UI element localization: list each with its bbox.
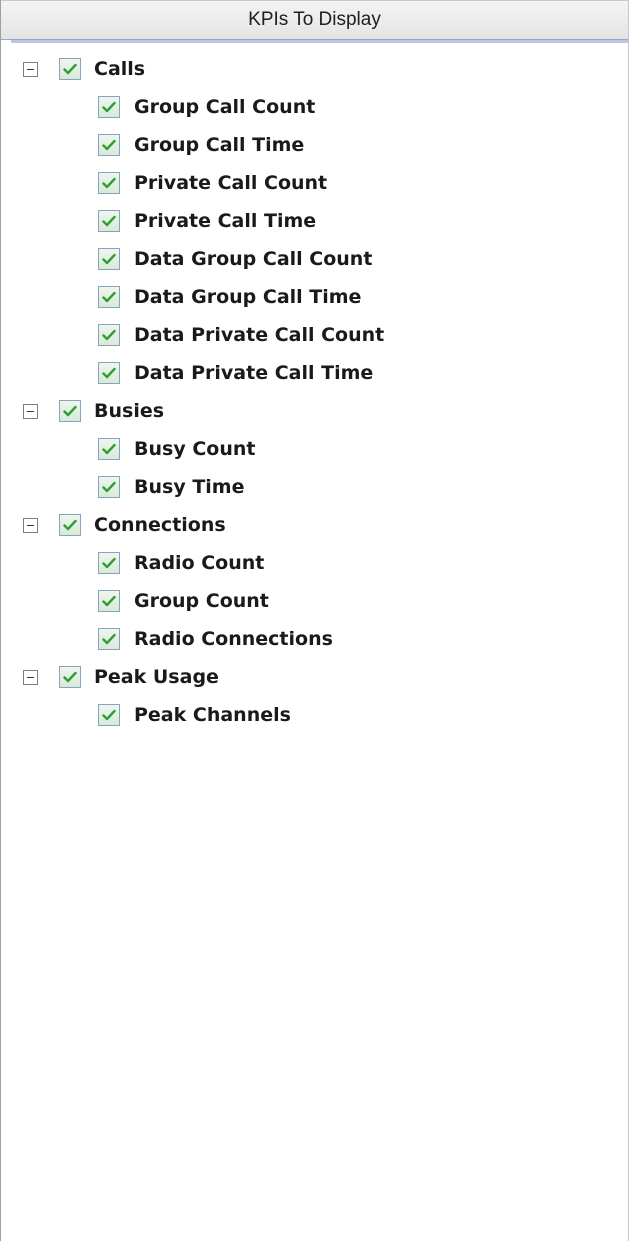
checkbox-checked-icon[interactable] — [98, 704, 120, 726]
checkbox-checked-icon[interactable] — [59, 400, 81, 422]
checkbox-checked-icon[interactable] — [98, 248, 120, 270]
check-mark-icon — [102, 481, 116, 493]
tree-leaf-data-group-call-time[interactable]: Data Group Call Time — [1, 278, 628, 316]
check-mark-icon — [102, 177, 116, 189]
tree-leaf-label: Group Count — [134, 590, 269, 612]
check-mark-icon — [102, 291, 116, 303]
check-mark-icon — [63, 519, 77, 531]
tree-leaf-label: Group Call Count — [134, 96, 316, 118]
checkbox-checked-icon[interactable] — [98, 172, 120, 194]
tree-leaf-label: Radio Connections — [134, 628, 333, 650]
tree-leaf-busy-count[interactable]: Busy Count — [1, 430, 628, 468]
tree-leaf-busy-time[interactable]: Busy Time — [1, 468, 628, 506]
check-mark-icon — [102, 557, 116, 569]
collapse-minus-icon[interactable] — [23, 669, 38, 685]
check-mark-icon — [102, 595, 116, 607]
tree-leaf-label: Private Call Time — [134, 210, 317, 232]
checkbox-checked-icon[interactable] — [98, 286, 120, 308]
check-mark-icon — [102, 101, 116, 113]
tree-leaf-group-count[interactable]: Group Count — [1, 582, 628, 620]
check-mark-icon — [102, 367, 116, 379]
tree-node-peak-usage[interactable]: Peak Usage — [1, 658, 628, 696]
collapse-minus-icon[interactable] — [23, 403, 38, 419]
check-mark-icon — [63, 671, 77, 683]
checkbox-checked-icon[interactable] — [59, 514, 81, 536]
tree-leaf-label: Radio Count — [134, 552, 265, 574]
checkbox-checked-icon[interactable] — [98, 134, 120, 156]
check-mark-icon — [102, 709, 116, 721]
column-header[interactable]: KPIs To Display — [1, 0, 628, 40]
tree-leaf-data-group-call-count[interactable]: Data Group Call Count — [1, 240, 628, 278]
tree-leaf-group-call-count[interactable]: Group Call Count — [1, 88, 628, 126]
check-mark-icon — [102, 139, 116, 151]
tree-node-connections[interactable]: Connections — [1, 506, 628, 544]
checkbox-checked-icon[interactable] — [98, 628, 120, 650]
tree-leaf-data-private-call-time[interactable]: Data Private Call Time — [1, 354, 628, 392]
tree-leaf-group-call-time[interactable]: Group Call Time — [1, 126, 628, 164]
checkbox-checked-icon[interactable] — [98, 362, 120, 384]
collapse-minus-icon[interactable] — [23, 517, 38, 533]
check-mark-icon — [63, 63, 77, 75]
check-mark-icon — [102, 443, 116, 455]
column-header-title: KPIs To Display — [248, 9, 381, 30]
tree-leaf-label: Busy Time — [134, 476, 245, 498]
tree-leaf-label: Group Call Time — [134, 134, 305, 156]
tree-leaf-private-call-time[interactable]: Private Call Time — [1, 202, 628, 240]
kpi-tree-panel: KPIs To Display Calls Group Call Count G… — [0, 0, 629, 1241]
checkbox-checked-icon[interactable] — [98, 590, 120, 612]
tree-leaf-private-call-count[interactable]: Private Call Count — [1, 164, 628, 202]
check-mark-icon — [102, 253, 116, 265]
checkbox-checked-icon[interactable] — [59, 58, 81, 80]
tree-leaf-radio-count[interactable]: Radio Count — [1, 544, 628, 582]
checkbox-checked-icon[interactable] — [98, 96, 120, 118]
tree-leaf-label: Private Call Count — [134, 172, 328, 194]
tree-leaf-label: Data Private Call Time — [134, 362, 374, 384]
check-mark-icon — [102, 633, 116, 645]
tree-node-label: Connections — [94, 514, 226, 536]
tree-leaf-data-private-call-count[interactable]: Data Private Call Count — [1, 316, 628, 354]
tree-leaf-radio-connections[interactable]: Radio Connections — [1, 620, 628, 658]
checkbox-checked-icon[interactable] — [59, 666, 81, 688]
checkbox-checked-icon[interactable] — [98, 552, 120, 574]
tree-leaf-label: Data Group Call Count — [134, 248, 373, 270]
tree-leaf-label: Data Group Call Time — [134, 286, 362, 308]
kpi-tree: Calls Group Call Count Group Call Time P… — [1, 50, 628, 734]
check-mark-icon — [102, 329, 116, 341]
tree-node-calls[interactable]: Calls — [1, 50, 628, 88]
checkbox-checked-icon[interactable] — [98, 438, 120, 460]
check-mark-icon — [102, 215, 116, 227]
tree-node-label: Busies — [94, 400, 165, 422]
checkbox-checked-icon[interactable] — [98, 210, 120, 232]
tree-leaf-peak-channels[interactable]: Peak Channels — [1, 696, 628, 734]
tree-leaf-label: Data Private Call Count — [134, 324, 385, 346]
tree-node-label: Peak Usage — [94, 666, 219, 688]
tree-node-busies[interactable]: Busies — [1, 392, 628, 430]
tree-leaf-label: Peak Channels — [134, 704, 291, 726]
checkbox-checked-icon[interactable] — [98, 476, 120, 498]
checkbox-checked-icon[interactable] — [98, 324, 120, 346]
tree-leaf-label: Busy Count — [134, 438, 256, 460]
check-mark-icon — [63, 405, 77, 417]
collapse-minus-icon[interactable] — [23, 61, 38, 77]
tree-node-label: Calls — [94, 58, 146, 80]
header-divider — [11, 40, 628, 43]
